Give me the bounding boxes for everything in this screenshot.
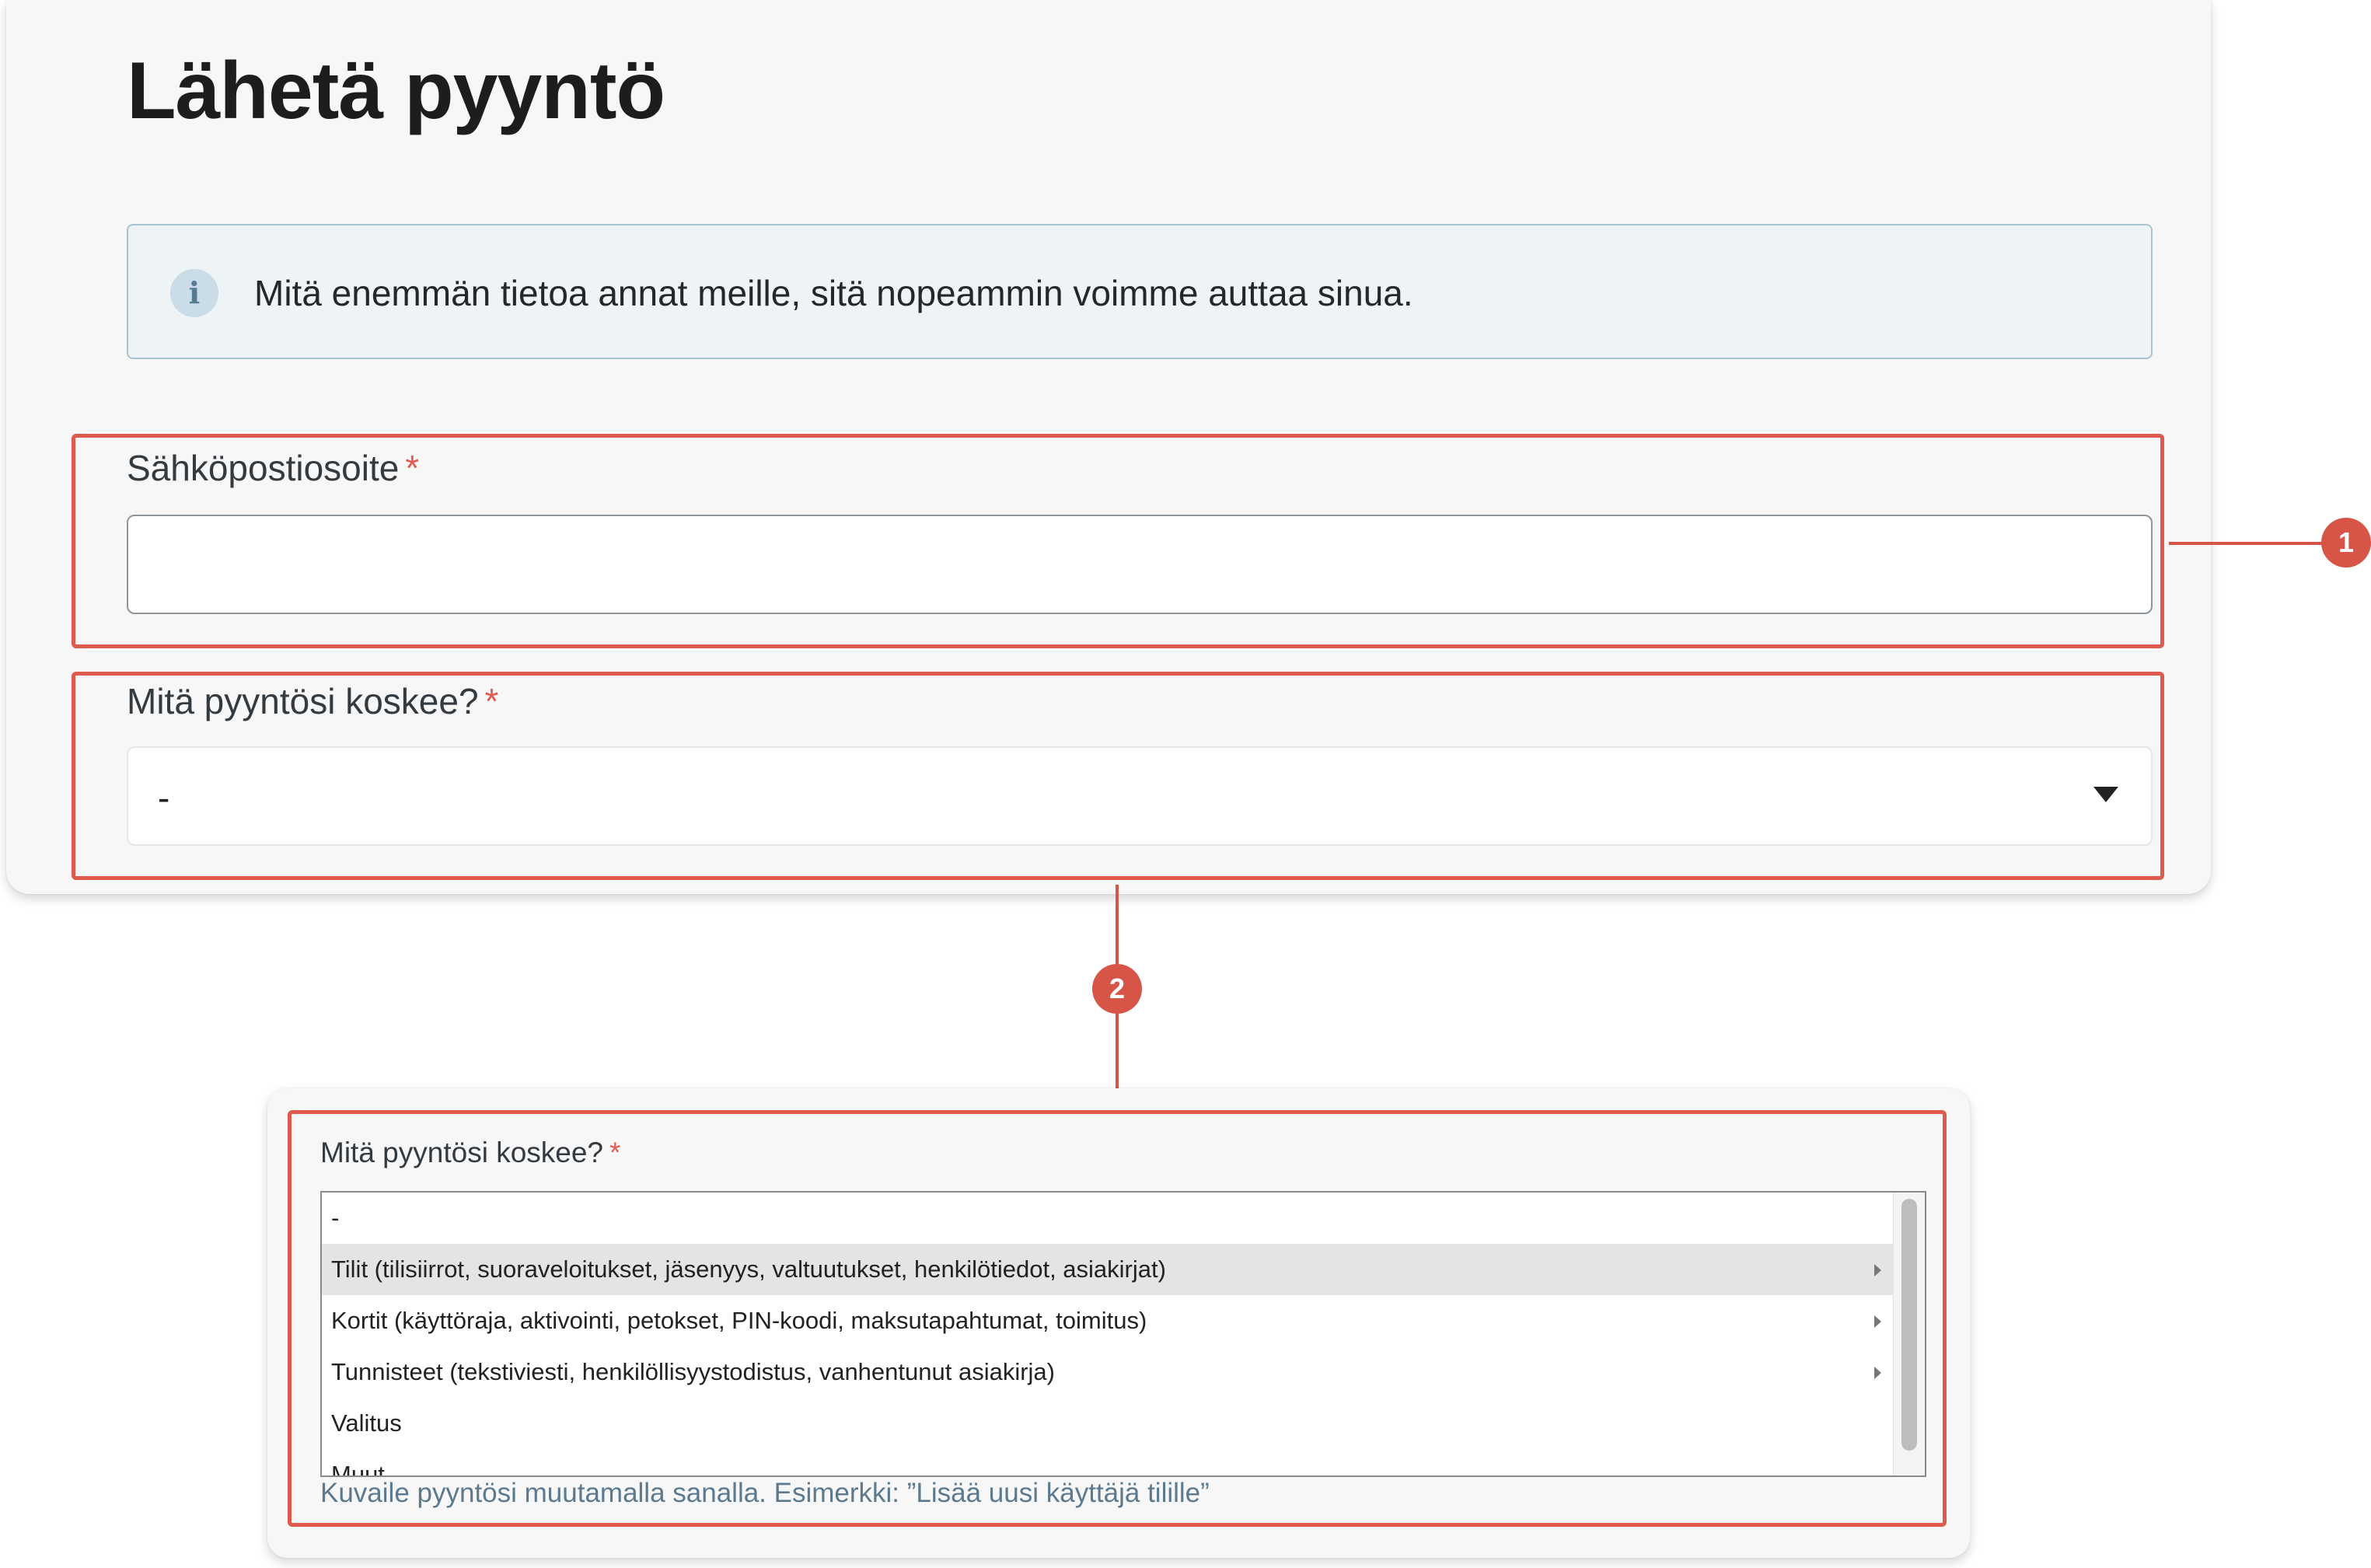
callout-badge-2: 2 [1092,964,1142,1014]
page-title: Lähetä pyyntö [127,46,665,136]
callout-line-2-top [1116,885,1119,964]
callout-box-1 [72,434,2164,648]
info-banner: i Mitä enemmän tietoa annat meille, sitä… [127,224,2153,359]
callout-badge-1: 1 [2321,518,2371,567]
callout-line-1 [2169,542,2323,545]
info-text: Mitä enemmän tietoa annat meille, sitä n… [254,273,1413,313]
info-icon: i [170,269,218,317]
callout-box-2 [72,672,2164,880]
callout-box-expanded [288,1110,1947,1527]
